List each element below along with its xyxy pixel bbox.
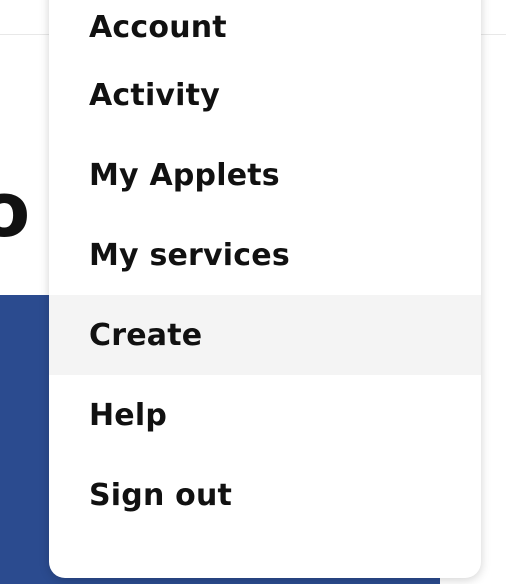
menu-item-activity[interactable]: Activity — [49, 55, 481, 135]
account-dropdown-menu: Account Activity My Applets My services … — [49, 0, 481, 578]
menu-item-my-services[interactable]: My services — [49, 215, 481, 295]
menu-item-label: Account — [89, 10, 227, 45]
page: o Account Activity My Applets My service… — [0, 0, 506, 584]
menu-item-help[interactable]: Help — [49, 375, 481, 455]
menu-item-sign-out[interactable]: Sign out — [49, 455, 481, 535]
menu-list: Account Activity My Applets My services … — [49, 0, 481, 535]
menu-item-my-applets[interactable]: My Applets — [49, 135, 481, 215]
menu-item-label: Activity — [89, 77, 220, 113]
menu-item-account[interactable]: Account — [49, 0, 481, 55]
menu-item-label: Sign out — [89, 477, 233, 513]
background-heading: o — [0, 165, 30, 254]
menu-item-create[interactable]: Create — [49, 295, 481, 375]
menu-item-label: My services — [89, 237, 290, 273]
menu-item-label: Help — [89, 397, 168, 433]
menu-item-label: Create — [89, 317, 203, 353]
menu-item-label: My Applets — [89, 157, 280, 193]
